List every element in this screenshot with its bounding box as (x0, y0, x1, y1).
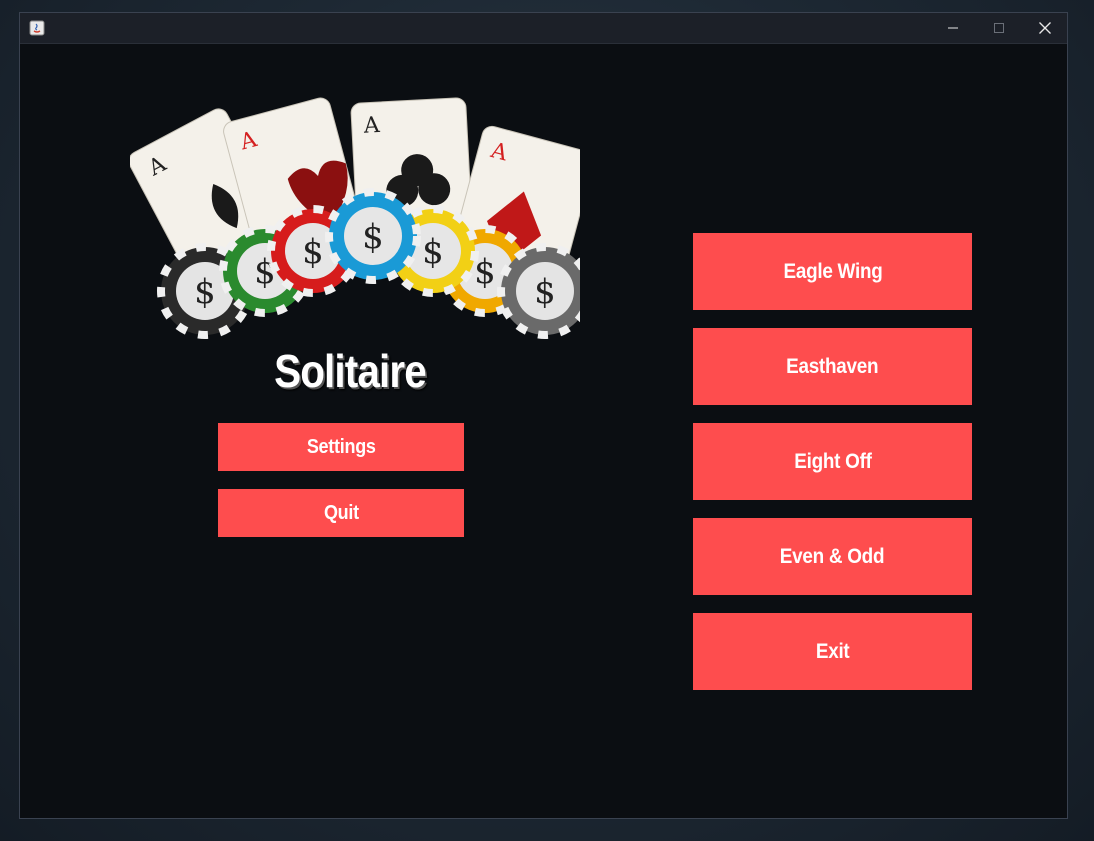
close-icon (1039, 22, 1051, 34)
easthaven-label: Easthaven (786, 354, 879, 378)
app-title: Solitaire (274, 345, 427, 397)
quit-button[interactable]: Quit (218, 489, 464, 537)
minimize-icon (948, 27, 958, 29)
eight-off-button[interactable]: Eight Off (693, 423, 972, 500)
title-bar[interactable] (20, 13, 1067, 44)
main-content: A A A A $ $ $ $ $ $ $ Solitaire Settings… (20, 44, 1067, 819)
easthaven-button[interactable]: Easthaven (693, 328, 972, 405)
cards-and-chips-logo: A A A A $ $ $ $ $ $ $ (130, 97, 580, 339)
app-window: A A A A $ $ $ $ $ $ $ Solitaire Settings… (19, 12, 1068, 819)
java-app-icon (29, 20, 45, 36)
exit-button[interactable]: Exit (693, 613, 972, 690)
minimize-button[interactable] (930, 13, 976, 43)
even-and-odd-button[interactable]: Even & Odd (693, 518, 972, 595)
svg-text:$: $ (362, 217, 384, 257)
even-and-odd-label: Even & Odd (780, 544, 885, 568)
svg-text:$: $ (194, 272, 216, 312)
svg-text:A: A (362, 113, 381, 139)
eight-off-label: Eight Off (793, 449, 872, 473)
maximize-icon (994, 23, 1004, 33)
eagle-wing-label: Eagle Wing (783, 259, 882, 283)
eagle-wing-button[interactable]: Eagle Wing (693, 233, 972, 310)
exit-label: Exit (815, 639, 850, 663)
quit-button-label: Quit (323, 501, 359, 524)
settings-button-label: Settings (306, 435, 376, 458)
close-button[interactable] (1022, 13, 1068, 43)
svg-text:$: $ (422, 232, 444, 272)
maximize-button[interactable] (976, 13, 1022, 43)
settings-button[interactable]: Settings (218, 423, 464, 471)
svg-text:$: $ (302, 232, 324, 272)
svg-text:$: $ (534, 272, 556, 312)
